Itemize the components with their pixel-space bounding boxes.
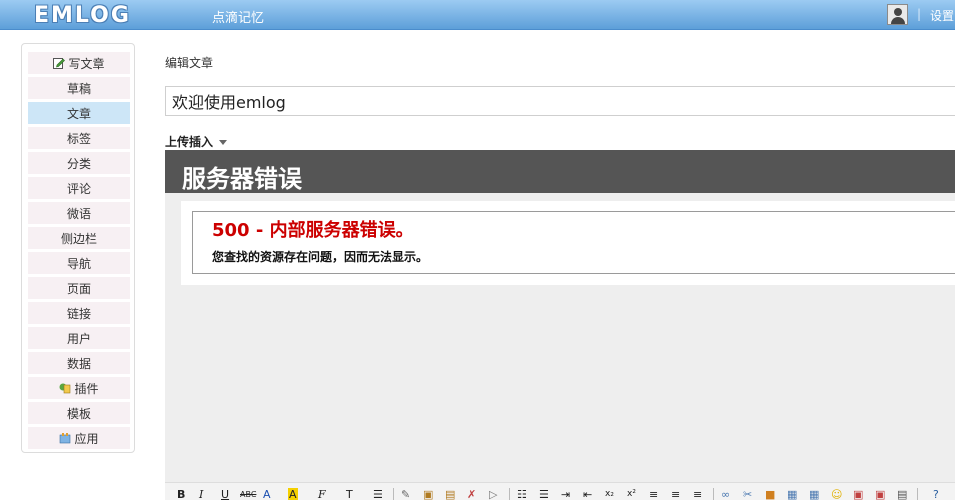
caret-down-icon bbox=[219, 140, 228, 145]
unlink-icon[interactable]: ✂ bbox=[743, 488, 752, 500]
paste-icon[interactable]: ▣ bbox=[423, 488, 433, 500]
sidebar-item-label: 微语 bbox=[66, 206, 91, 221]
page-title: 编辑文章 bbox=[165, 56, 214, 70]
sidebar-item-label: 标签 bbox=[66, 131, 91, 146]
sidebar-item-articles[interactable]: 文章 bbox=[28, 102, 130, 124]
sidebar-item-label: 文章 bbox=[66, 106, 91, 121]
align-left-icon[interactable]: ≡ bbox=[649, 488, 658, 500]
sidebar-item-navigation[interactable]: 导航 bbox=[28, 252, 130, 274]
line-height-icon[interactable]: ☰ bbox=[373, 488, 383, 500]
toolbar-divider bbox=[917, 488, 918, 500]
indent-icon[interactable]: ⇥ bbox=[561, 488, 570, 500]
sidebar-item-users[interactable]: 用户 bbox=[28, 327, 130, 349]
sidebar-item-label: 数据 bbox=[66, 356, 91, 371]
clear-format-icon[interactable]: ✗ bbox=[467, 488, 476, 500]
sidebar-item-data[interactable]: 数据 bbox=[28, 352, 130, 374]
sidebar-item-templates[interactable]: 模板 bbox=[28, 402, 130, 424]
italic-button[interactable]: I bbox=[199, 488, 203, 500]
sidebar-item-pages[interactable]: 页面 bbox=[28, 277, 130, 299]
superscript-icon[interactable]: x² bbox=[627, 488, 636, 500]
sidebar-item-label: 模板 bbox=[66, 406, 91, 421]
error-message: 您查找的资源存在问题，因而无法显示。 bbox=[212, 250, 429, 264]
settings-link[interactable]: 设置 bbox=[930, 7, 954, 24]
outdent-icon[interactable]: ⇤ bbox=[583, 488, 592, 500]
template-icon[interactable]: ▣ bbox=[875, 488, 885, 500]
toolbar-divider bbox=[713, 488, 714, 500]
plugin-icon bbox=[59, 382, 71, 394]
sidebar-item-label: 页面 bbox=[66, 281, 91, 296]
sidebar: 写文章 草稿 文章 标签 分类 评论 微语 侧边栏 导航 页面 链接 用户 数据… bbox=[21, 43, 135, 453]
align-center-icon[interactable]: ≡ bbox=[671, 488, 680, 500]
sidebar-item-label: 链接 bbox=[66, 306, 91, 321]
font-family-button[interactable]: F bbox=[318, 488, 326, 500]
code-icon[interactable]: ▤ bbox=[897, 488, 907, 500]
sidebar-item-write[interactable]: 写文章 bbox=[28, 52, 130, 74]
sidebar-item-categories[interactable]: 分类 bbox=[28, 152, 130, 174]
logo-text: EMLOG bbox=[34, 2, 131, 28]
bold-button[interactable]: B bbox=[177, 488, 185, 500]
pagebreak-icon[interactable]: ▣ bbox=[853, 488, 863, 500]
sidebar-item-apps[interactable]: 应用 bbox=[28, 427, 130, 449]
app-icon bbox=[59, 432, 71, 444]
font-size-button[interactable]: T bbox=[346, 488, 353, 500]
toolbar-divider bbox=[393, 488, 394, 500]
sidebar-item-label: 插件 bbox=[74, 381, 99, 396]
sidebar-item-label: 写文章 bbox=[68, 56, 105, 71]
error-header-bar: 服务器错误 bbox=[165, 150, 955, 193]
sidebar-item-label: 侧边栏 bbox=[60, 231, 97, 246]
editor-toolbar: B I U ABC A A F T ☰ ✎ ▣ ▤ ✗ ▷ ☷ ☰ ⇥ ⇤ x₂… bbox=[165, 482, 955, 500]
underline-button[interactable]: U bbox=[221, 488, 229, 500]
editor-content-area[interactable]: 服务器错误 500 - 内部服务器错误。 您查找的资源存在问题，因而无法显示。 bbox=[165, 150, 955, 482]
table-icon[interactable]: ▦ bbox=[809, 488, 819, 500]
sidebar-item-drafts[interactable]: 草稿 bbox=[28, 77, 130, 99]
error-code-line: 500 - 内部服务器错误。 bbox=[212, 220, 414, 241]
error-box: 500 - 内部服务器错误。 您查找的资源存在问题，因而无法显示。 bbox=[192, 211, 955, 274]
strikethrough-button[interactable]: ABC bbox=[240, 488, 256, 500]
background-color-button[interactable]: A bbox=[288, 488, 298, 500]
sidebar-item-label: 用户 bbox=[66, 331, 91, 346]
site-name[interactable]: 点滴记忆 bbox=[212, 7, 264, 26]
font-color-button[interactable]: A bbox=[263, 488, 271, 500]
ordered-list-icon[interactable]: ☷ bbox=[517, 488, 527, 500]
sidebar-item-plugins[interactable]: 插件 bbox=[28, 377, 130, 399]
link-icon[interactable]: ✎ bbox=[401, 488, 410, 500]
pencil-icon bbox=[53, 57, 66, 69]
upload-insert-label: 上传插入 bbox=[165, 135, 214, 149]
hyperlink-icon[interactable]: ∞ bbox=[721, 488, 730, 500]
sidebar-item-label: 草稿 bbox=[66, 81, 91, 96]
sidebar-item-label: 应用 bbox=[74, 431, 99, 446]
paste-word-icon[interactable]: ▤ bbox=[445, 488, 455, 500]
sidebar-item-comments[interactable]: 评论 bbox=[28, 177, 130, 199]
help-icon[interactable]: ? bbox=[933, 488, 939, 500]
toolbar-divider bbox=[509, 488, 510, 500]
select-all-icon[interactable]: ▷ bbox=[489, 488, 497, 500]
sidebar-item-label: 分类 bbox=[66, 156, 91, 171]
sidebar-item-widgets[interactable]: 侧边栏 bbox=[28, 227, 130, 249]
emoticon-icon[interactable]: ☺ bbox=[831, 488, 842, 500]
article-title-input[interactable] bbox=[165, 86, 955, 116]
sidebar-item-links[interactable]: 链接 bbox=[28, 302, 130, 324]
sidebar-item-label: 评论 bbox=[66, 181, 91, 196]
sidebar-item-label: 导航 bbox=[66, 256, 91, 271]
header-separator: | bbox=[917, 7, 922, 21]
upload-insert-dropdown[interactable]: 上传插入 bbox=[165, 133, 228, 150]
top-bar: EMLOG 点滴记忆 | 设置 bbox=[0, 0, 955, 30]
unordered-list-icon[interactable]: ☰ bbox=[539, 488, 549, 500]
media-icon[interactable]: ▦ bbox=[787, 488, 797, 500]
error-panel: 500 - 内部服务器错误。 您查找的资源存在问题，因而无法显示。 bbox=[181, 201, 955, 285]
user-avatar[interactable] bbox=[887, 4, 908, 25]
align-right-icon[interactable]: ≡ bbox=[693, 488, 702, 500]
subscript-icon[interactable]: x₂ bbox=[605, 488, 614, 500]
sidebar-item-tags[interactable]: 标签 bbox=[28, 127, 130, 149]
emlog-logo[interactable]: EMLOG bbox=[34, 1, 131, 29]
image-icon[interactable]: ■ bbox=[765, 488, 775, 500]
sidebar-item-microblog[interactable]: 微语 bbox=[28, 202, 130, 224]
error-header-text: 服务器错误 bbox=[182, 165, 302, 193]
